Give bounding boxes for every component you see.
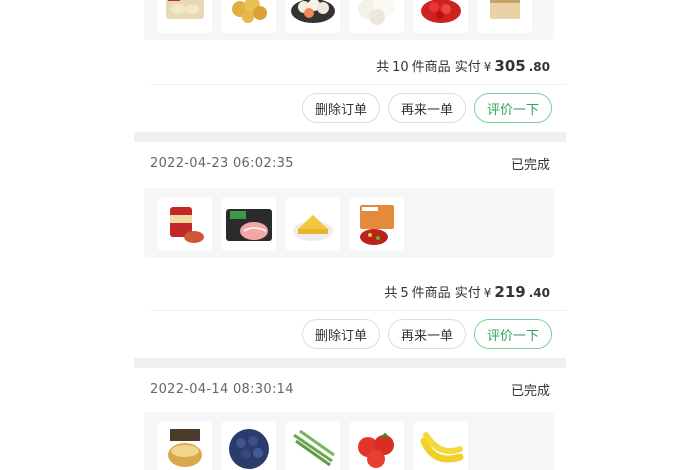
- currency-symbol: ¥: [483, 60, 492, 74]
- product-thumb-dessert-cake: [478, 0, 532, 33]
- order-actions: 删除订单 再来一单 评价一下: [301, 93, 552, 123]
- order-card[interactable]: 2022-04-23 06:02:35 已完成 共 5 件商品 实付 ¥219.…: [134, 142, 566, 358]
- delete-order-button[interactable]: 删除订单: [301, 319, 380, 349]
- product-strip[interactable]: [144, 0, 554, 40]
- currency-symbol: ¥: [483, 286, 492, 300]
- order-separator: [134, 358, 566, 368]
- order-summary: 共 10 件商品 实付 ¥305.80: [376, 56, 550, 75]
- product-thumb-dessert-cup: [158, 421, 212, 470]
- product-thumb-steamed-buns: [350, 0, 404, 33]
- review-button[interactable]: 评价一下: [473, 93, 552, 123]
- order-separator: [134, 132, 566, 142]
- product-thumb-sliced-beef: [222, 197, 276, 251]
- order-status: 已完成: [510, 383, 550, 399]
- item-count: 10: [392, 60, 409, 75]
- order-header: 2022-04-23 06:02:35 已完成: [150, 152, 550, 174]
- order-header: 2022-04-14 08:30:14 已完成: [150, 378, 550, 400]
- product-thumb-asparagus: [286, 421, 340, 470]
- product-thumb-crayfish: [414, 0, 468, 33]
- product-thumb-tomatoes: [350, 421, 404, 470]
- reorder-button[interactable]: 再来一单: [387, 319, 466, 349]
- price-decimal: .40: [528, 286, 550, 300]
- order-card[interactable]: 共 10 件商品 实付 ¥305.80 删除订单 再来一单 评价一下: [134, 0, 566, 132]
- order-card[interactable]: 2022-04-14 08:30:14 已完成: [134, 368, 566, 470]
- product-strip[interactable]: [144, 188, 554, 258]
- reorder-button[interactable]: 再来一单: [387, 93, 466, 123]
- order-actions: 删除订单 再来一单 评价一下: [301, 319, 552, 349]
- product-thumb-bananas: [414, 421, 468, 470]
- order-status: 已完成: [510, 157, 550, 173]
- order-list: 共 10 件商品 实付 ¥305.80 删除订单 再来一单 评价一下 2022-…: [134, 0, 566, 470]
- review-button[interactable]: 评价一下: [473, 319, 552, 349]
- price-decimal: .80: [528, 60, 550, 74]
- product-thumb-sauce-jar: [158, 197, 212, 251]
- delete-order-button[interactable]: 删除订单: [301, 93, 380, 123]
- item-count: 5: [400, 286, 409, 301]
- product-thumb-blueberries: [222, 421, 276, 470]
- divider: [150, 310, 566, 311]
- product-thumb-egg-cake: [286, 197, 340, 251]
- summary-mid: 件商品 实付: [411, 60, 481, 75]
- summary-prefix: 共: [376, 60, 390, 75]
- summary-mid: 件商品 实付: [411, 286, 481, 301]
- product-thumb-fried-balls: [222, 0, 276, 33]
- price-integer: 219: [494, 283, 526, 301]
- product-thumb-spicy-soup-base: [350, 197, 404, 251]
- product-thumb-fish-balls: [286, 0, 340, 33]
- order-time: 2022-04-14 08:30:14: [150, 381, 294, 397]
- summary-prefix: 共: [384, 286, 398, 301]
- order-time: 2022-04-23 06:02:35: [150, 155, 294, 171]
- order-summary: 共 5 件商品 实付 ¥219.40: [384, 282, 550, 301]
- divider: [150, 84, 566, 85]
- product-thumb-dumpling-box: [158, 0, 212, 33]
- price-integer: 305: [494, 57, 526, 75]
- product-strip[interactable]: [144, 412, 554, 470]
